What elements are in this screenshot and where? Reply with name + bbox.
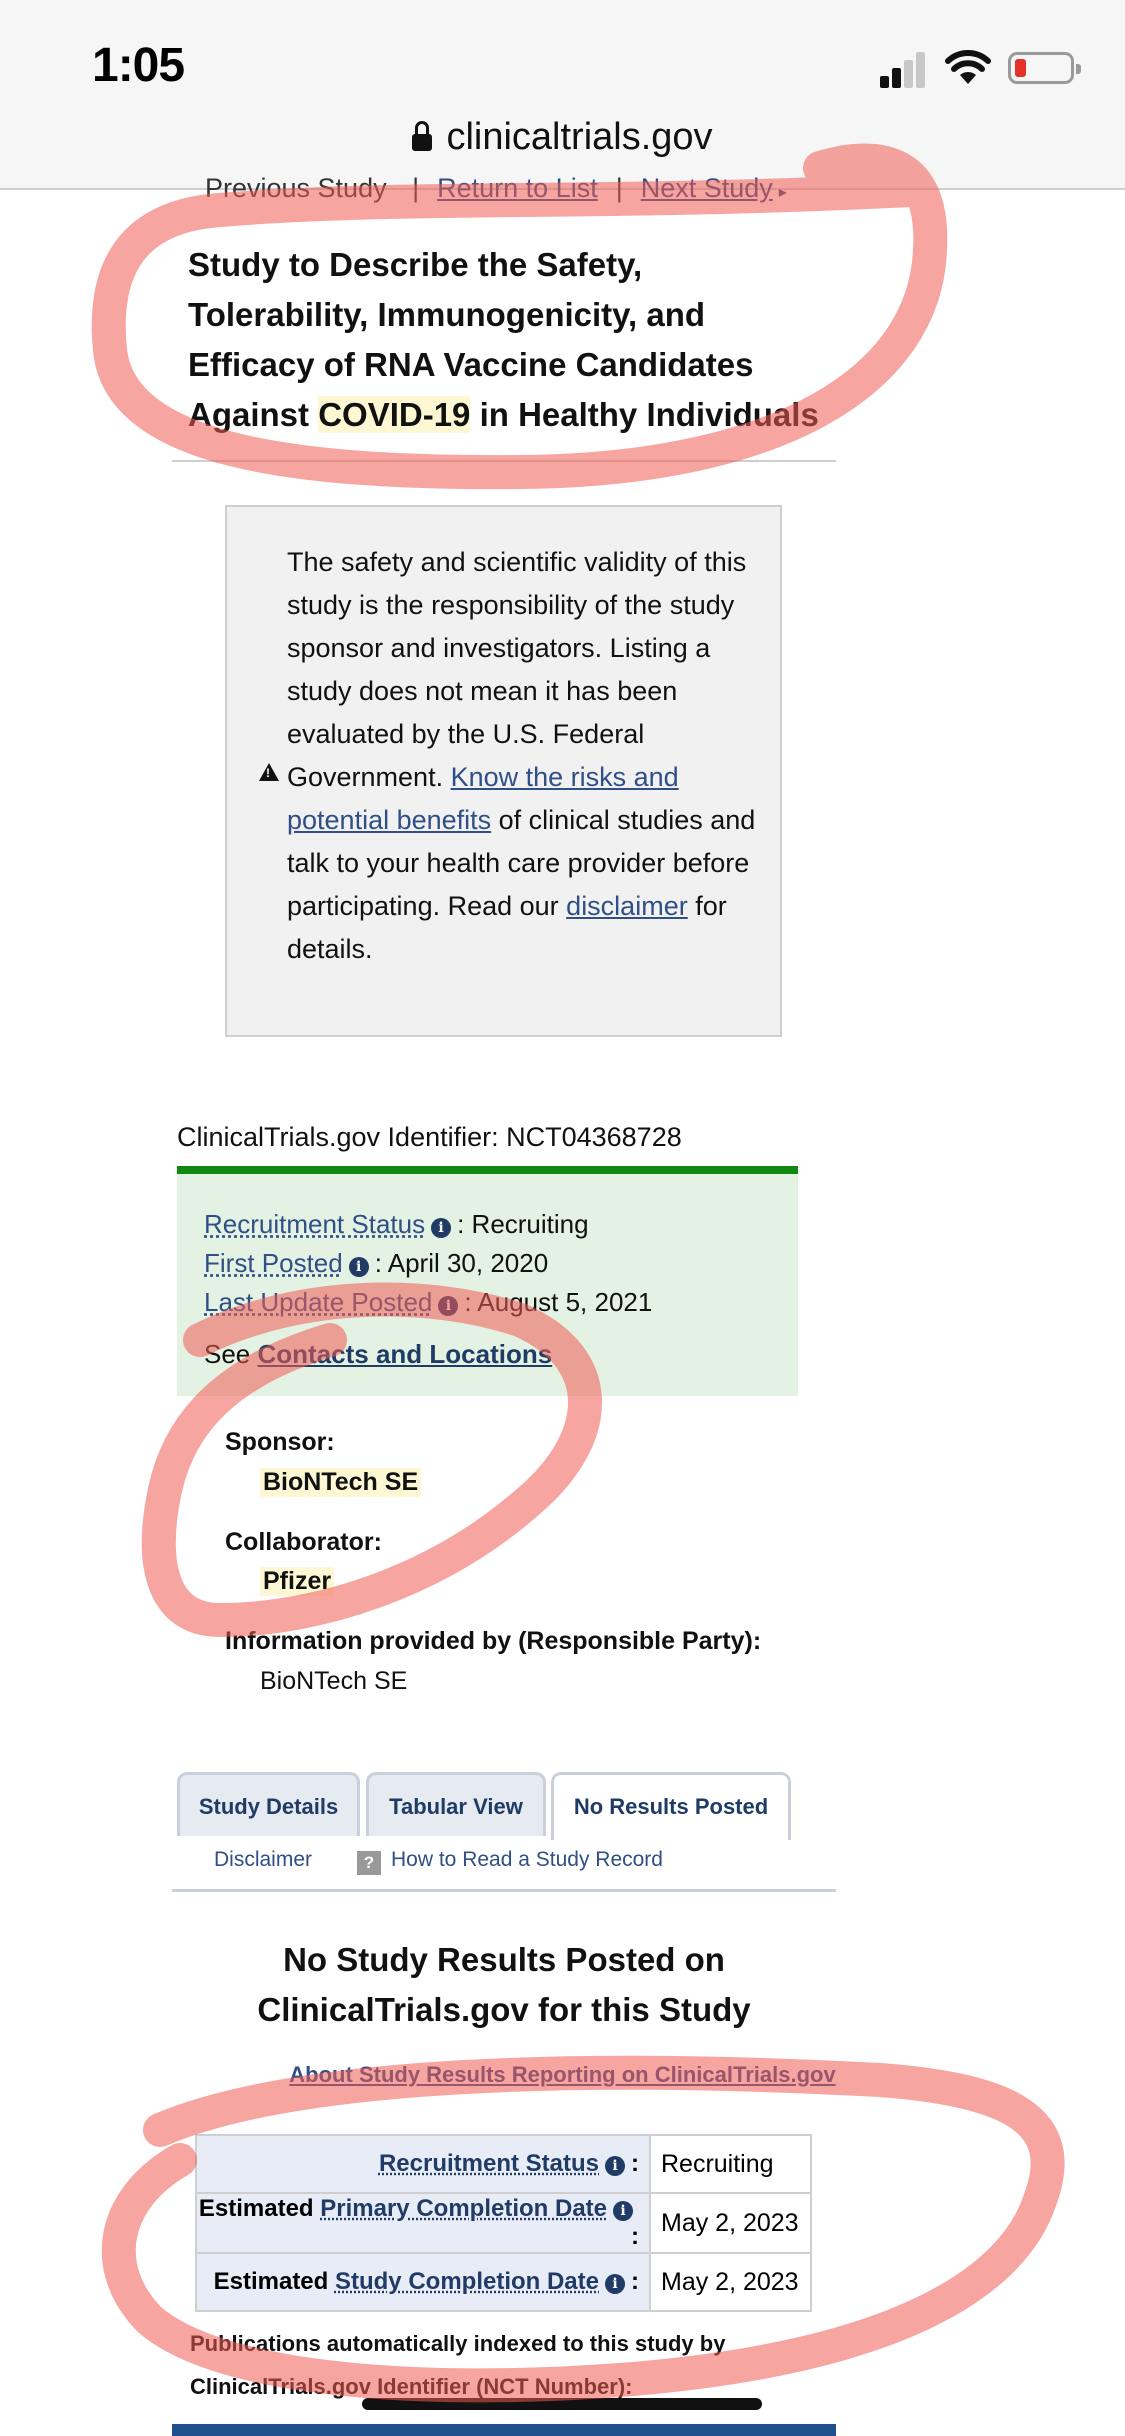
lock-icon: [412, 121, 433, 151]
title-text-end: in Healthy Individuals: [470, 396, 819, 433]
table-key: Recruitment Status i:: [195, 2134, 651, 2194]
browser-top-bar: 1:05 clinicaltrials.gov: [0, 0, 1125, 190]
status-time: 1:05: [92, 39, 185, 92]
about-results-reporting-link[interactable]: About Study Results Reporting on Clinica…: [0, 2062, 1125, 2088]
nav-separator: |: [412, 173, 420, 203]
last-update-link[interactable]: Last Update Posted: [204, 1287, 432, 1317]
no-results-heading: No Study Results Posted on ClinicalTrial…: [257, 1941, 751, 2028]
recruitment-status-table-value: Recruiting: [649, 2134, 812, 2194]
last-update-row: Last Update Posted i: August 5, 2021: [204, 1287, 652, 1318]
estimated-text: Estimated: [198, 2195, 314, 2222]
disclaimer-sublink[interactable]: Disclaimer: [214, 1848, 312, 1872]
section-bar: [172, 2424, 836, 2436]
study-completion-date-value: May 2, 2023: [649, 2252, 812, 2312]
first-posted-row: First Posted i: April 30, 2020: [204, 1248, 548, 1279]
recruitment-status-table-link[interactable]: Recruitment Status: [379, 2150, 599, 2177]
collaborator-label: Collaborator:: [225, 1528, 382, 1556]
study-completion-date-link[interactable]: Study Completion Date: [335, 2268, 599, 2295]
battery-icon: [1008, 52, 1081, 84]
table-key: Estimated Study Completion Date i:: [195, 2252, 651, 2312]
info-icon[interactable]: i: [431, 1218, 452, 1238]
sponsor-label: Sponsor:: [225, 1428, 335, 1456]
disclaimer-text: The safety and scientific validity of th…: [287, 541, 757, 971]
url-domain: clinicaltrials.gov: [446, 116, 713, 158]
primary-completion-date-link[interactable]: Primary Completion Date: [320, 2195, 607, 2222]
study-navigation: Previous Study | Return to List | Next Stud…: [205, 173, 787, 204]
first-posted-link[interactable]: First Posted: [204, 1248, 343, 1278]
study-stats-table: Recruitment Status i: Recruiting Estimate…: [195, 2134, 812, 2312]
recruitment-status-value: : Recruiting: [457, 1209, 589, 1239]
publications-text: Publications automatically indexed to th…: [190, 2331, 726, 2399]
estimated-text: Estimated: [213, 2268, 329, 2295]
colon: :: [631, 2150, 639, 2177]
responsible-party-label: Information provided by (Responsible Par…: [225, 1627, 762, 1655]
tabs-divider: [172, 1889, 836, 1892]
info-icon[interactable]: i: [605, 2156, 625, 2176]
last-update-value: : August 5, 2021: [464, 1287, 653, 1317]
tab-no-results-posted[interactable]: No Results Posted: [551, 1772, 791, 1840]
contacts-row: See Contacts and Locations: [204, 1339, 552, 1370]
study-title: Study to Describe the Safety, Tolerabili…: [188, 240, 828, 440]
title-highlight: COVID-19: [318, 396, 471, 433]
previous-study-text: Previous Study: [205, 173, 387, 203]
info-icon[interactable]: i: [348, 1257, 369, 1277]
colon: :: [631, 2268, 639, 2295]
colon: :: [631, 2223, 639, 2250]
see-text: See: [204, 1339, 251, 1369]
wifi-icon: [945, 50, 991, 84]
how-to-read-text: How to Read a Study Record: [391, 1848, 663, 1871]
table-key: Estimated Primary Completion Date i:: [195, 2192, 651, 2254]
disclaimer-link[interactable]: disclaimer: [566, 891, 688, 921]
contacts-locations-link[interactable]: Contacts and Locations: [258, 1339, 553, 1369]
warning-icon: [259, 763, 279, 781]
status-box: Recruitment Status i: Recruiting First Po…: [177, 1166, 798, 1396]
url-bar[interactable]: clinicaltrials.gov: [0, 116, 1125, 159]
disclaimer-box: The safety and scientific validity of th…: [225, 505, 782, 1037]
cellular-signal-icon: [880, 52, 925, 88]
info-icon[interactable]: i: [438, 1296, 459, 1316]
responsible-party-value: BioNTech SE: [260, 1667, 408, 1695]
study-identifier: ClinicalTrials.gov Identifier: NCT043687…: [177, 1122, 682, 1152]
tab-study-details[interactable]: Study Details: [177, 1772, 360, 1836]
table-row: Recruitment Status i: Recruiting: [195, 2134, 812, 2194]
return-to-list-link[interactable]: Return to List: [437, 173, 598, 203]
divider: [172, 460, 836, 462]
disclaimer-text-1: The safety and scientific validity of th…: [287, 547, 747, 792]
recruitment-status-link[interactable]: Recruitment Status: [204, 1209, 425, 1239]
sponsor-value: BioNTech SE: [260, 1468, 422, 1497]
info-icon[interactable]: i: [613, 2201, 633, 2221]
nav-separator: |: [615, 173, 623, 203]
info-icon[interactable]: i: [605, 2274, 625, 2294]
table-row: Estimated Study Completion Date i: May 2,…: [195, 2252, 812, 2312]
recruitment-status-row: Recruitment Status i: Recruiting: [204, 1209, 589, 1240]
table-row: Estimated Primary Completion Date i: May …: [195, 2192, 812, 2254]
primary-completion-date-value: May 2, 2023: [649, 2192, 812, 2254]
next-arrow-icon: ▸: [778, 184, 787, 201]
tab-tabular-view[interactable]: Tabular View: [366, 1772, 546, 1836]
home-indicator[interactable]: [362, 2398, 762, 2410]
help-icon: ?: [357, 1851, 381, 1875]
how-to-read-link[interactable]: ? How to Read a Study Record: [357, 1848, 663, 1875]
collaborator-value: Pfizer: [260, 1567, 335, 1596]
first-posted-value: : April 30, 2020: [374, 1248, 549, 1278]
next-study-link[interactable]: Next Study: [641, 173, 773, 203]
